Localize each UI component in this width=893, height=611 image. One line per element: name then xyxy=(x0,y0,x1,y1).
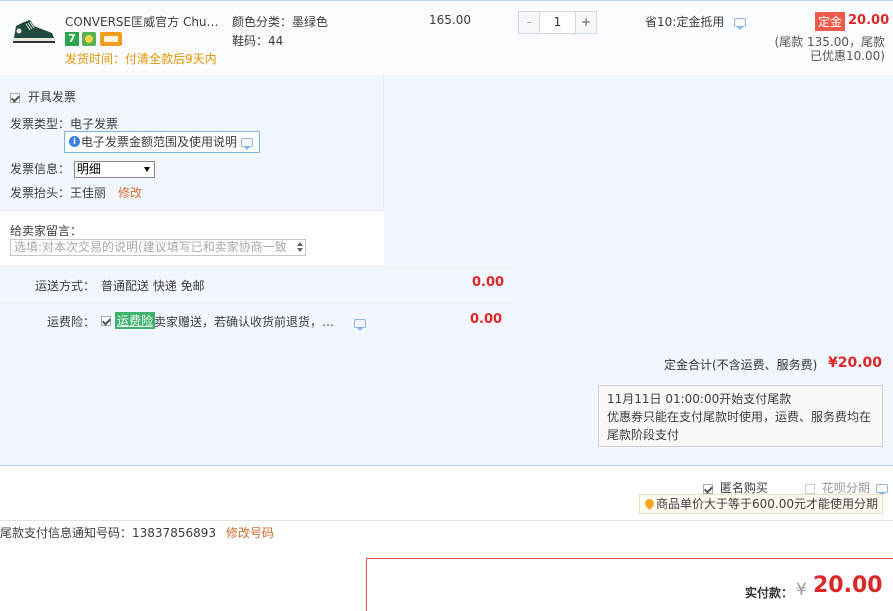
ship-time: 发货时间：付清全款后9天内 xyxy=(65,52,217,66)
divider xyxy=(0,520,893,521)
quantity-stepper: - 1 + xyxy=(518,11,597,34)
product-thumbnail[interactable] xyxy=(10,16,56,46)
balance-line-1: (尾款 135.00，尾款 xyxy=(774,35,886,49)
invoice-head: 发票抬头：王佳丽 修改 xyxy=(10,184,142,201)
dropdown-arrow-icon xyxy=(143,167,150,172)
insurance-checkbox[interactable] xyxy=(101,315,111,326)
insurance-desc: 卖家赠送，若确认收货前退货，可获保险赔付 xyxy=(154,315,346,329)
spec-size: 鞋码：44 xyxy=(232,34,284,48)
insurance-label: 运费险： xyxy=(47,315,96,329)
product-title[interactable]: CONVERSE匡威官方 Chuck ... xyxy=(65,13,225,30)
message-placeholder: 选填:对本次交易的说明(建议填写已和卖家协商一致 xyxy=(14,240,287,254)
invoice-checkbox-label: 开具发票 xyxy=(27,90,76,104)
anonymous-checkbox[interactable] xyxy=(703,483,713,494)
qty-minus-button[interactable]: - xyxy=(519,12,539,33)
deposit-total-label: 定金合计(不含运费、服务费) xyxy=(664,358,818,372)
anonymous-label: 匿名购买 xyxy=(719,481,768,495)
notify-label: 尾款支付信息通知号码： xyxy=(0,526,133,540)
installment-tip: 商品单价大于等于600.00元才能使用分期 xyxy=(639,494,883,514)
payment-label: 实付款： xyxy=(745,586,794,600)
invoice-head-label: 发票抬头： xyxy=(10,186,71,200)
shipping-value: 普通配送 快递 免邮 xyxy=(101,279,205,293)
right-blank-panel xyxy=(384,75,893,265)
insurance-amount: 0.00 xyxy=(470,312,503,327)
insurance-chat[interactable] xyxy=(354,316,366,331)
balance-notice: 11月11日 01:00:00开始支付尾款 优惠券只能在支付尾款时使用，运费、服… xyxy=(598,385,883,447)
qty-plus-button[interactable]: + xyxy=(576,12,596,33)
notify-phone: 13837856893 xyxy=(132,526,216,540)
chat-icon[interactable] xyxy=(875,484,888,496)
deposit-amount: 20.00 xyxy=(848,13,890,28)
deposit-discount: 省10:定金抵用 xyxy=(645,13,747,30)
invoice-info-label: 发票信息： xyxy=(10,162,71,176)
insurance-tag[interactable]: 运费险 xyxy=(115,312,156,329)
message-label: 给卖家留言： xyxy=(10,224,83,238)
unit-price: 165.00 xyxy=(429,13,471,27)
chat-icon[interactable] xyxy=(734,18,747,30)
deposit-total-amount: ¥20.00 xyxy=(828,355,883,371)
invoice-checkbox-row[interactable]: 开具发票 xyxy=(10,88,76,105)
invoice-head-value: 王佳丽 xyxy=(70,186,107,200)
invoice-scope-link[interactable]: i 电子发票金额范围及使用说明 xyxy=(64,131,261,153)
invoice-type-label: 发票类型： xyxy=(10,117,71,131)
shipping-label: 运送方式： xyxy=(35,279,96,293)
invoice-modify-link[interactable]: 修改 xyxy=(118,186,142,200)
modify-phone-link[interactable]: 修改号码 xyxy=(226,526,274,540)
installment-tip-text: 商品单价大于等于600.00元才能使用分期 xyxy=(656,497,878,511)
deposit-tag: 定金 xyxy=(815,12,846,31)
right-band xyxy=(512,265,893,338)
qty-input[interactable]: 1 xyxy=(539,12,576,33)
spec-color: 颜色分类：墨绿色 xyxy=(232,15,329,29)
balance-info: (尾款 135.00，尾款 已优惠10.00) xyxy=(772,35,886,63)
invoice-type-value: 电子发票 xyxy=(70,117,119,131)
deposit-discount-text: 省10:定金抵用 xyxy=(645,15,725,29)
invoice-checkbox[interactable] xyxy=(10,92,20,103)
service-badge-icon xyxy=(82,32,96,46)
payment-amount: 20.00 xyxy=(813,573,883,598)
message-input[interactable]: 选填:对本次交易的说明(建议填写已和卖家协商一致 xyxy=(10,239,306,256)
invoice-info: 发票信息： 明细 xyxy=(10,160,155,178)
huabei-checkbox[interactable] xyxy=(805,483,815,494)
balance-line-2: 已优惠10.00) xyxy=(809,49,885,63)
notice-line-1: 11月11日 01:00:00开始支付尾款 xyxy=(607,392,792,406)
invoice-info-select[interactable]: 明细 xyxy=(73,161,155,178)
notice-line-2: 优惠券只能在支付尾款时使用，运费、服务费均在尾款阶段支付 xyxy=(607,410,872,442)
shipping-amount: 0.00 xyxy=(472,275,505,290)
invoice-scope-text[interactable]: 电子发票金额范围及使用说明 xyxy=(81,135,237,149)
pin-icon xyxy=(643,497,656,510)
card-payment-icon xyxy=(100,32,122,46)
insurance-checkbox-wrap[interactable] xyxy=(101,313,111,327)
info-icon: i xyxy=(69,136,80,147)
invoice-info-selected: 明细 xyxy=(76,162,101,176)
payment-currency: ¥ xyxy=(796,580,807,600)
scroll-arrows-icon[interactable] xyxy=(297,242,303,253)
huabei-label: 花呗分期 xyxy=(821,481,870,495)
chat-icon[interactable] xyxy=(241,138,254,150)
seven-day-return-badge: 7 xyxy=(65,32,79,46)
invoice-type: 发票类型：电子发票 xyxy=(10,115,118,132)
chat-icon[interactable] xyxy=(354,319,366,331)
notify-phone-row: 尾款支付信息通知号码：13837856893 修改号码 xyxy=(0,524,274,541)
